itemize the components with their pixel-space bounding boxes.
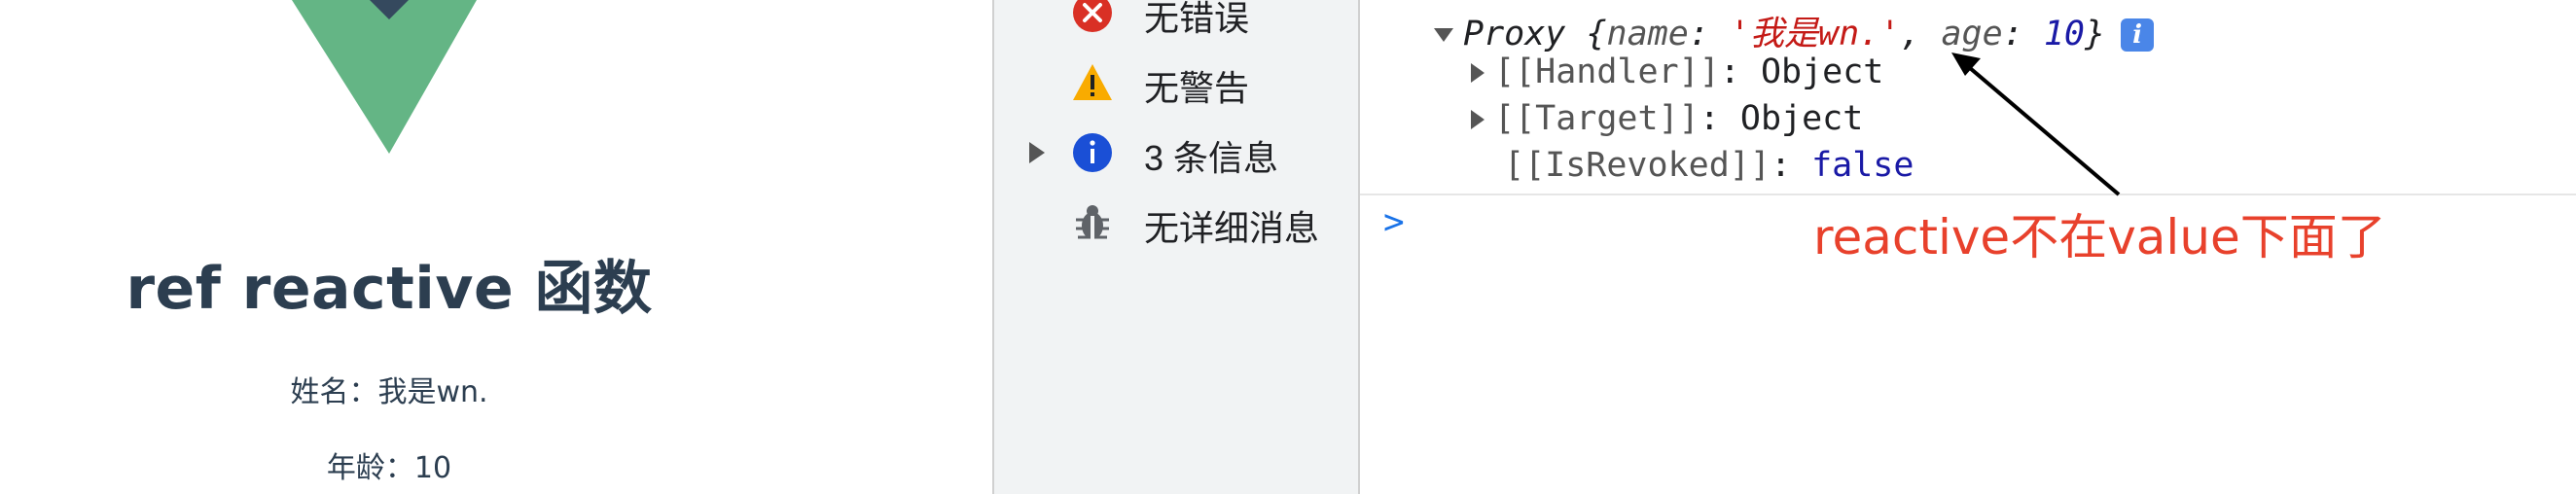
vue-logo-outer — [292, 0, 477, 154]
sidebar-item-info[interactable]: 3 条信息 — [994, 123, 1358, 181]
internal-value: false — [1811, 146, 1914, 185]
info-badge-icon[interactable]: i — [2121, 18, 2155, 52]
prop-value-age: 10 — [2043, 15, 2086, 53]
sidebar-item-warnings[interactable]: 无警告 — [994, 53, 1358, 111]
error-icon — [1073, 0, 1112, 32]
object-type: Proxy — [1463, 15, 1566, 53]
bug-icon — [1076, 205, 1109, 239]
console-sidebar: 无错误 无警告 3 条信息 无详细消息 — [992, 0, 1360, 494]
internal-key: [[IsRevoked]] — [1504, 146, 1771, 185]
app-preview: ref reactive 函数 姓名：我是wn. 年龄：10 — [0, 0, 992, 494]
sidebar-item-label: 无错误 — [1144, 0, 1250, 38]
expand-arrow-icon[interactable] — [1471, 110, 1485, 129]
warning-icon — [1073, 64, 1112, 100]
brace-open: { — [1586, 15, 1607, 53]
age-text: 年龄：10 — [326, 451, 452, 485]
internal-key: [[Target]] — [1494, 99, 1699, 138]
internal-key: [[Handler]] — [1494, 53, 1720, 91]
console-prompt[interactable]: > — [1383, 202, 1405, 242]
internal-value: Object — [1760, 53, 1884, 91]
sidebar-item-label: 3 条信息 — [1144, 138, 1279, 178]
internal-value: Object — [1739, 99, 1864, 138]
prop-key-age: age — [1941, 15, 2003, 53]
sidebar-item-errors[interactable]: 无错误 — [994, 0, 1358, 41]
prop-value-name: '我是wn.' — [1729, 15, 1901, 53]
vue-logo-icon — [292, 0, 477, 154]
expand-arrow-icon[interactable] — [1471, 63, 1485, 83]
brace-close: } — [2085, 15, 2106, 53]
sidebar-item-label: 无警告 — [1144, 68, 1250, 108]
info-icon — [1073, 133, 1112, 172]
annotation-text: reactive不在value下面了 — [1813, 209, 2386, 265]
name-text: 姓名：我是wn. — [290, 375, 488, 409]
sidebar-item-label: 无详细消息 — [1144, 208, 1320, 248]
sidebar-item-verbose[interactable]: 无详细消息 — [994, 193, 1358, 251]
collapse-arrow-icon[interactable] — [1434, 28, 1453, 42]
prop-key-name: name — [1606, 15, 1689, 53]
expand-arrow-icon[interactable] — [1029, 142, 1045, 163]
isrevoked-row: [[IsRevoked]]: false — [1504, 146, 1914, 185]
handler-row[interactable]: [[Handler]]: Object — [1471, 53, 1883, 91]
target-row[interactable]: [[Target]]: Object — [1471, 99, 1863, 138]
proxy-object-line[interactable]: Proxy {name: '我是wn.', age: 10} i — [1434, 6, 2155, 55]
page-title: ref reactive 函数 — [125, 255, 653, 323]
console-divider — [1360, 194, 2576, 195]
